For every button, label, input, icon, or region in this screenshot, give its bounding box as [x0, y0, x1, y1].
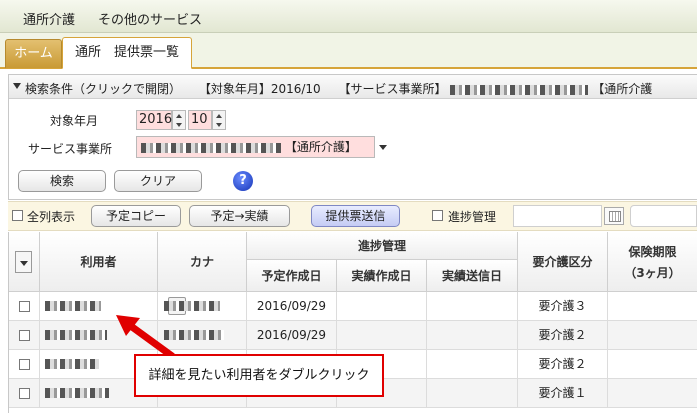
menu-item-day-care[interactable]: 通所介護: [23, 9, 75, 28]
care-level-cell: 要介護３: [518, 292, 608, 321]
grid-header-user[interactable]: 利用者: [40, 232, 158, 292]
spin-down-icon: [216, 123, 222, 127]
actual-date-cell: [337, 292, 427, 321]
masked-user-name: [45, 359, 99, 369]
grid-header-actual-date[interactable]: 実績作成日: [337, 260, 427, 292]
grid-header-select: [9, 232, 40, 292]
annotation-callout: 詳細を見たい利用者をダブルクリック: [134, 354, 384, 397]
masked-user-name: [45, 301, 101, 311]
plan-to-actual-button[interactable]: 予定→実績: [189, 205, 290, 227]
send-sheet-button[interactable]: 提供票送信: [311, 205, 400, 227]
progress-date-input[interactable]: [513, 205, 602, 227]
care-level-cell: 要介護２: [518, 321, 608, 350]
progress-status-select[interactable]: [630, 205, 697, 227]
grid-header-care-level[interactable]: 要介護区分: [518, 232, 608, 292]
masked-user-name: [45, 330, 107, 340]
year-input[interactable]: 2016: [136, 110, 172, 130]
insurance-term-cell: [608, 321, 697, 350]
grid-header-insurance-term[interactable]: 保険期限 （3ヶ月）: [608, 232, 697, 292]
row-checkbox[interactable]: [19, 388, 30, 399]
menu-item-other-services[interactable]: その他のサービス: [98, 9, 202, 28]
column-menu-dropdown[interactable]: [15, 251, 32, 273]
search-button[interactable]: 検索: [18, 170, 106, 192]
row-checkbox[interactable]: [19, 301, 30, 312]
office-label: サービス事業所: [28, 142, 113, 156]
tab-home[interactable]: ホーム: [5, 39, 62, 68]
masked-kana: [164, 330, 224, 340]
calendar-icon[interactable]: [604, 207, 624, 225]
grid-header-actual-send-date[interactable]: 実績送信日: [427, 260, 518, 292]
target-month-label: 対象年月: [50, 114, 99, 128]
care-level-cell: 要介護２: [518, 350, 608, 379]
collapse-triangle-icon: [13, 83, 21, 89]
user-name-cell[interactable]: [40, 321, 158, 350]
show-all-checkbox[interactable]: [12, 210, 23, 221]
grid-header-progress: 進捗管理: [247, 232, 518, 260]
plan-date-cell: 2016/09/29: [247, 292, 337, 321]
grid-header-plan-date[interactable]: 予定作成日: [247, 260, 337, 292]
masked-user-name: [45, 388, 109, 398]
grid-header-kana[interactable]: カナ: [158, 232, 247, 292]
insurance-term-cell: [608, 379, 697, 408]
office-select[interactable]: 【通所介護】: [136, 136, 390, 158]
row-checkbox[interactable]: [19, 330, 30, 341]
spin-up-icon: [176, 114, 182, 118]
search-panel-toggle[interactable]: 検索条件（クリックで開閉） 【対象年月】2016/10 【サービス事業所】 【通…: [9, 75, 697, 99]
tab-provision-sheet-list[interactable]: 通所 提供票一覧: [62, 37, 192, 69]
actual-send-cell: [427, 292, 518, 321]
kana-cell: [158, 292, 247, 321]
progress-mgmt-label: 進捗管理: [448, 210, 497, 224]
table-row[interactable]: 2016/09/29 要介護２: [9, 321, 697, 350]
actual-send-cell: [427, 350, 518, 379]
tab-strip: ホーム 通所 提供票一覧: [0, 33, 697, 69]
row-checkbox[interactable]: [19, 359, 30, 370]
search-panel-summary: 検索条件（クリックで開閉） 【対象年月】2016/10 【サービス事業所】 【通…: [25, 82, 653, 96]
insurance-term-cell: [608, 350, 697, 379]
insurance-term-cell: [608, 292, 697, 321]
menu-bar: 通所介護 その他のサービス: [0, 0, 697, 33]
copy-plan-button[interactable]: 予定コピー: [91, 205, 181, 227]
actual-send-cell: [427, 379, 518, 408]
spin-down-icon: [176, 123, 182, 127]
masked-kana: [164, 301, 220, 311]
show-all-label: 全列表示: [27, 210, 76, 224]
spin-up-icon: [216, 114, 222, 118]
care-level-cell: 要介護１: [518, 379, 608, 408]
plan-date-cell: 2016/09/29: [247, 321, 337, 350]
office-select-arrow[interactable]: [374, 136, 390, 158]
actual-date-cell: [337, 321, 427, 350]
kana-cell: [158, 321, 247, 350]
masked-office-name: [450, 84, 589, 95]
progress-mgmt-checkbox[interactable]: [432, 210, 443, 221]
year-spinner[interactable]: [172, 110, 186, 130]
masked-office-option: [141, 142, 281, 153]
month-spinner[interactable]: [212, 110, 226, 130]
clear-button[interactable]: クリア: [114, 170, 202, 192]
month-input[interactable]: 10: [188, 110, 212, 130]
user-name-cell[interactable]: ...: [40, 292, 186, 321]
table-row[interactable]: ... 2016/09/29 要介護３: [9, 292, 697, 321]
help-icon[interactable]: ?: [233, 171, 253, 191]
actual-send-cell: [427, 321, 518, 350]
